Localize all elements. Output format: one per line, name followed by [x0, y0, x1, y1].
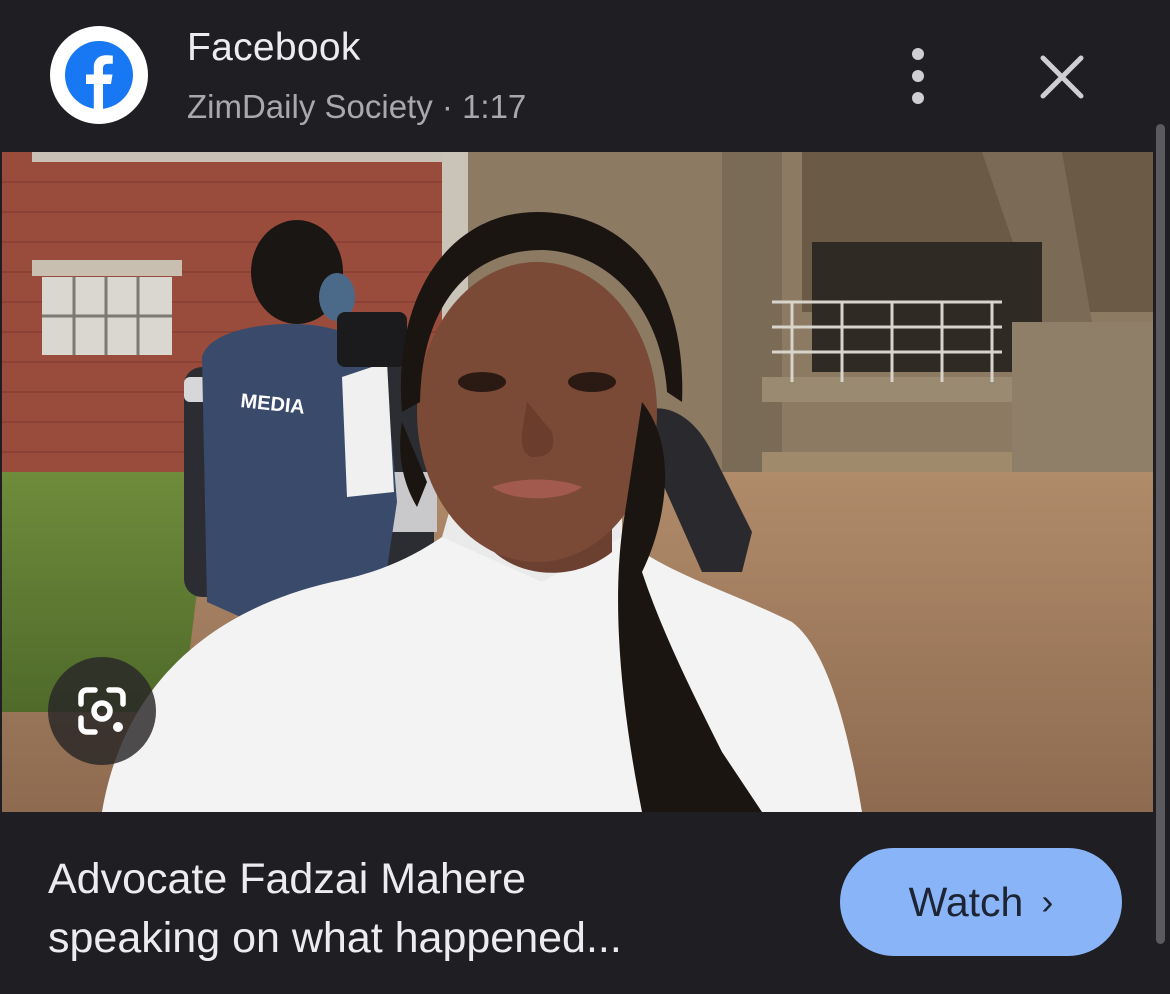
more-vert-icon[interactable] — [893, 46, 943, 106]
preview-header: Facebook ZimDaily Society · 1:17 — [0, 0, 1170, 152]
caption-line-1: Advocate Fadzai Mahere — [48, 855, 527, 903]
video-thumbnail[interactable]: MEDIA — [2, 152, 1153, 812]
caption-line-2: speaking on what happened... — [48, 914, 622, 962]
watch-label: Watch — [908, 878, 1024, 925]
video-duration: 1:17 — [462, 88, 527, 125]
video-frame: MEDIA — [2, 152, 1153, 812]
channel-name: ZimDaily Society — [187, 88, 433, 125]
watch-button[interactable]: Watch › — [840, 848, 1122, 956]
facebook-icon — [50, 26, 148, 124]
source-subtitle: ZimDaily Society · 1:17 — [187, 88, 526, 126]
chevron-right-icon: › — [1041, 881, 1054, 922]
video-caption: Advocate Fadzai Mahere speaking on what … — [48, 850, 768, 968]
close-icon[interactable] — [1035, 50, 1089, 104]
scrollbar[interactable] — [1156, 124, 1165, 944]
google-lens-icon[interactable] — [48, 657, 156, 765]
source-title: Facebook — [187, 26, 361, 69]
separator: · — [441, 88, 453, 125]
